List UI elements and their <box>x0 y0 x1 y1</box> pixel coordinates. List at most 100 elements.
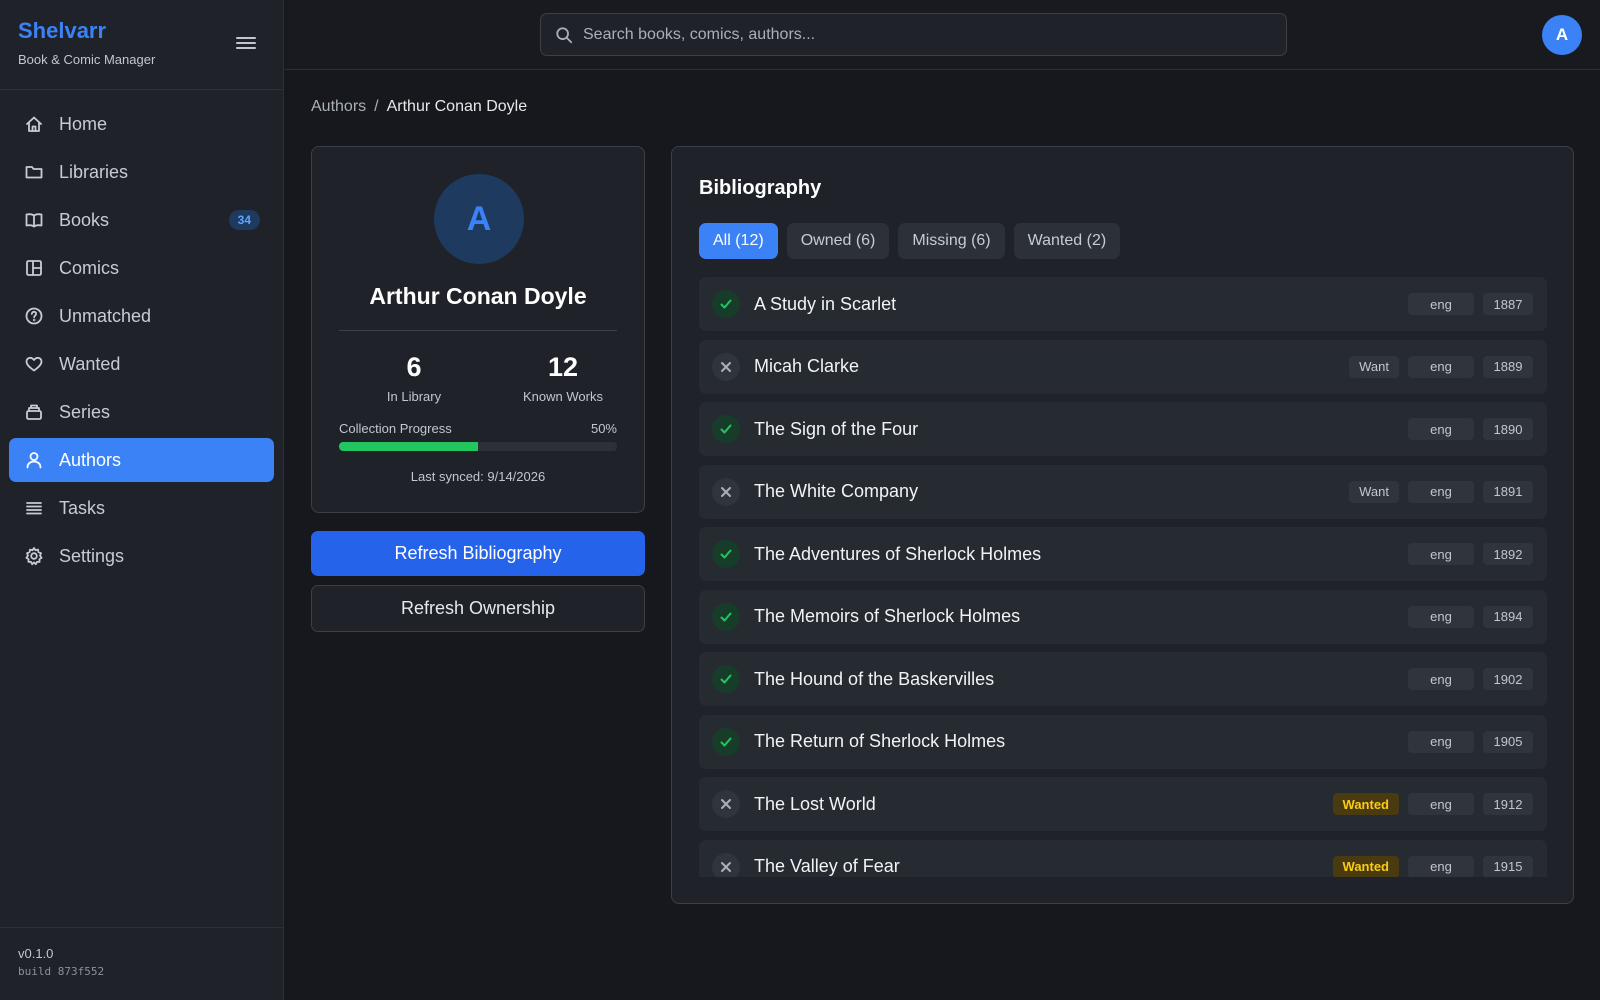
folder-icon <box>23 161 45 183</box>
language-tag: eng <box>1408 293 1474 315</box>
work-title: The Adventures of Sherlock Holmes <box>754 543 1042 564</box>
question-icon <box>23 305 45 327</box>
refresh-ownership-button[interactable]: Refresh Ownership <box>311 585 645 632</box>
sidebar-item-settings[interactable]: Settings <box>9 534 274 578</box>
work-title: The Sign of the Four <box>754 418 919 439</box>
bibliography-list[interactable]: A Study in Scarlet eng 1887 Micah Clarke Wan… <box>699 277 1547 877</box>
sidebar-item-series[interactable]: Series <box>9 390 274 434</box>
tab-all[interactable]: All (12) <box>699 223 778 259</box>
want-button[interactable]: Want <box>1349 480 1399 503</box>
breadcrumb-authors-link[interactable]: Authors <box>311 98 366 115</box>
sidebar-item-books[interactable]: Books 34 <box>9 198 274 242</box>
sidebar-item-unmatched[interactable]: Unmatched <box>9 294 274 338</box>
sidebar-item-wanted[interactable]: Wanted <box>9 342 274 386</box>
check-icon <box>712 602 740 631</box>
language-tag: eng <box>1408 355 1474 378</box>
bibliography-tabs: All (12) Owned (6) Missing (6) Wanted (2) <box>699 223 1129 259</box>
sidebar-item-home[interactable]: Home <box>9 102 274 146</box>
sidebar: Shelvarr Book & Comic Manager Home Librar… <box>0 0 284 1000</box>
build-id: build 873f552 <box>18 965 105 978</box>
search-input[interactable] <box>583 25 1263 44</box>
user-icon <box>23 449 45 471</box>
gear-icon <box>23 545 45 567</box>
topbar: A <box>285 0 1600 70</box>
sidebar-item-libraries[interactable]: Libraries <box>9 150 274 194</box>
stat-in-library-label: In Library <box>386 389 442 404</box>
divider <box>339 330 617 331</box>
year-tag: 1890 <box>1483 418 1533 440</box>
check-icon <box>712 415 740 443</box>
work-title: The Memoirs of Sherlock Holmes <box>754 606 1021 626</box>
language-tag: eng <box>1408 605 1474 628</box>
stat-known-works-label: Known Works <box>523 389 603 404</box>
year-tag: 1915 <box>1483 855 1533 877</box>
wanted-badge: Wanted <box>1332 793 1399 815</box>
check-icon <box>712 665 740 693</box>
list-item[interactable]: Micah Clarke Want eng 1889 <box>699 339 1547 394</box>
refresh-bibliography-button[interactable]: Refresh Bibliography <box>311 531 645 576</box>
sidebar-item-label: Comics <box>59 257 120 278</box>
search-box[interactable] <box>540 13 1287 56</box>
check-icon <box>712 727 740 756</box>
list-item[interactable]: The Adventures of Sherlock Holmes eng 1892 <box>699 527 1547 581</box>
list-item[interactable]: The Sign of the Four eng 1890 <box>699 402 1547 456</box>
year-tag: 1887 <box>1483 293 1533 315</box>
work-title: A Study in Scarlet <box>754 293 897 314</box>
list-icon <box>23 497 45 519</box>
list-item[interactable]: The White Company Want eng 1891 <box>699 464 1547 519</box>
year-tag: 1894 <box>1483 605 1533 628</box>
sidebar-item-label: Tasks <box>59 497 106 518</box>
list-item[interactable]: The Memoirs of Sherlock Holmes eng 1894 <box>699 589 1547 644</box>
sidebar-item-label: Authors <box>59 449 122 470</box>
heart-icon <box>23 353 45 375</box>
list-item[interactable]: The Valley of Fear Wanted eng 1915 <box>699 839 1547 877</box>
stat-in-library: 6 In Library <box>354 352 474 404</box>
work-title: The Return of Sherlock Holmes <box>754 731 1006 751</box>
tab-owned[interactable]: Owned (6) <box>786 223 890 259</box>
sidebar-item-tasks[interactable]: Tasks <box>9 486 274 530</box>
book-icon <box>23 209 45 231</box>
close-icon <box>712 852 740 877</box>
list-item[interactable]: The Hound of the Baskervilles eng 1902 <box>699 652 1547 706</box>
progress-fill <box>339 442 478 451</box>
last-synced: Last synced: 9/14/2026 <box>410 469 546 484</box>
list-item[interactable]: The Return of Sherlock Holmes eng 1905 <box>699 714 1547 769</box>
sidebar-item-comics[interactable]: Comics <box>9 246 274 290</box>
sidebar-item-label: Unmatched <box>59 305 152 326</box>
work-title: The Lost World <box>754 793 876 814</box>
progress-label: Collection Progress <box>339 421 452 436</box>
progress-bar <box>339 442 617 451</box>
close-icon <box>712 790 740 818</box>
list-item[interactable]: A Study in Scarlet eng 1887 <box>699 277 1547 331</box>
year-tag: 1891 <box>1483 480 1533 503</box>
user-avatar[interactable]: A <box>1542 15 1582 55</box>
menu-icon[interactable] <box>236 34 256 52</box>
list-item[interactable]: The Lost World Wanted eng 1912 <box>699 777 1547 831</box>
work-title: The Hound of the Baskervilles <box>754 668 995 689</box>
check-icon <box>712 540 740 568</box>
check-icon <box>712 290 740 318</box>
work-title: Micah Clarke <box>754 356 860 376</box>
language-tag: eng <box>1408 543 1474 565</box>
stack-icon <box>23 401 45 423</box>
language-tag: eng <box>1408 418 1474 440</box>
bibliography-title: Bibliography <box>699 177 822 199</box>
year-tag: 1892 <box>1483 543 1533 565</box>
author-card: A Arthur Conan Doyle 6 In Library 12 Kno… <box>311 146 645 513</box>
author-avatar: A <box>434 174 524 264</box>
progress-percent: 50% <box>590 421 617 436</box>
work-title: The White Company <box>754 481 919 501</box>
tab-wanted[interactable]: Wanted (2) <box>1013 223 1121 259</box>
brand-subtitle: Book & Comic Manager <box>18 52 156 67</box>
year-tag: 1912 <box>1483 793 1533 815</box>
tab-missing[interactable]: Missing (6) <box>898 223 1005 259</box>
author-name: Arthur Conan Doyle <box>369 283 587 309</box>
year-tag: 1902 <box>1483 668 1533 690</box>
home-icon <box>23 113 45 135</box>
stat-known-works-value: 12 <box>547 352 579 382</box>
comic-icon <box>23 257 45 279</box>
want-button[interactable]: Want <box>1349 355 1399 378</box>
sidebar-item-authors[interactable]: Authors <box>9 438 274 482</box>
close-icon <box>712 477 740 506</box>
language-tag: eng <box>1408 668 1474 690</box>
